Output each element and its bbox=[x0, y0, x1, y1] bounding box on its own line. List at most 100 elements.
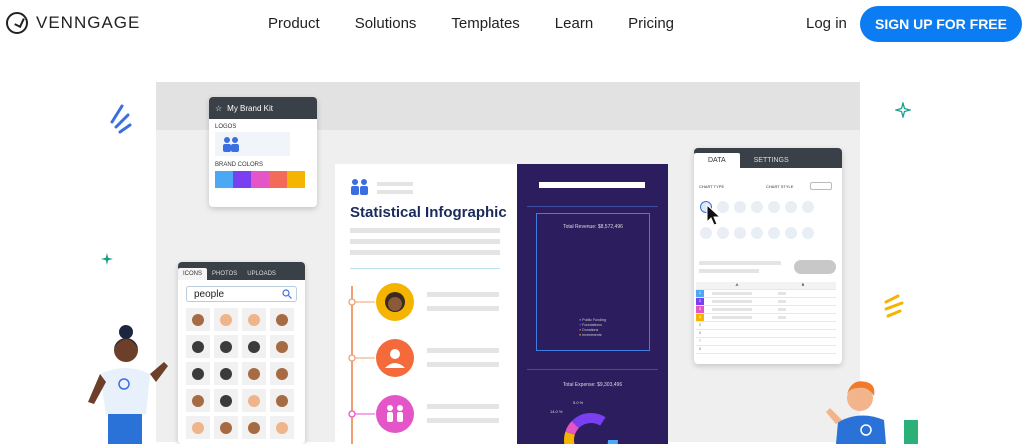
import-button[interactable] bbox=[794, 260, 836, 274]
person-icon[interactable] bbox=[270, 389, 294, 412]
funnel-chart-icon[interactable] bbox=[802, 227, 814, 239]
nav-product[interactable]: Product bbox=[268, 15, 320, 32]
heading-placeholder bbox=[539, 182, 645, 188]
logo-icon bbox=[6, 12, 28, 34]
brand-colors-label: BRAND COLORS bbox=[215, 162, 264, 168]
color-swatch[interactable] bbox=[251, 171, 269, 188]
person-icon[interactable] bbox=[270, 308, 294, 331]
person-icon[interactable] bbox=[186, 416, 210, 439]
donut-chart bbox=[564, 413, 618, 444]
chart-style-dropdown[interactable] bbox=[810, 182, 832, 190]
text-placeholder bbox=[350, 250, 500, 255]
bubble-chart-icon[interactable] bbox=[700, 227, 712, 239]
person-icon[interactable] bbox=[242, 308, 266, 331]
revenue-legend: ● Public Funding ● Foundations ● Donatio… bbox=[579, 318, 606, 338]
revenue-label: Total Revenue: $8,572,496 bbox=[563, 224, 623, 230]
stacked-chart-icon[interactable] bbox=[734, 227, 746, 239]
donut-chart-icon[interactable] bbox=[717, 227, 729, 239]
logo-preview[interactable] bbox=[215, 132, 290, 156]
nav-solutions[interactable]: Solutions bbox=[355, 15, 417, 32]
woman-character-illustration bbox=[88, 325, 168, 444]
gauge-chart-icon[interactable] bbox=[785, 201, 797, 213]
brand-name: VENNGAGE bbox=[36, 13, 141, 32]
divider bbox=[527, 369, 658, 370]
tab-data[interactable]: DATA bbox=[694, 153, 740, 168]
tab-uploads[interactable]: UPLOADS bbox=[242, 268, 281, 280]
person-icon[interactable] bbox=[242, 362, 266, 385]
nav-pricing[interactable]: Pricing bbox=[628, 15, 674, 32]
top-navbar: VENNGAGE Product Solutions Templates Lea… bbox=[0, 0, 1024, 50]
triangle-chart-icon[interactable] bbox=[785, 227, 797, 239]
tab-photos[interactable]: PHOTOS bbox=[207, 268, 242, 280]
icon-search-input[interactable]: people bbox=[186, 286, 297, 302]
person-silhouette-icon[interactable] bbox=[186, 335, 210, 358]
table-row[interactable]: 2 bbox=[696, 298, 836, 306]
pct-label: 5.0 % bbox=[573, 400, 584, 405]
expense-label: Total Expense: $9,303,496 bbox=[562, 382, 623, 388]
color-swatch[interactable] bbox=[269, 171, 287, 188]
table-row[interactable]: 8 bbox=[696, 346, 836, 354]
nav-templates[interactable]: Templates bbox=[451, 15, 519, 32]
pie-chart-icon[interactable] bbox=[768, 201, 780, 213]
people-icon[interactable] bbox=[214, 308, 238, 331]
person-icon[interactable] bbox=[186, 308, 210, 331]
column-chart-icon[interactable] bbox=[751, 227, 763, 239]
tab-icons[interactable]: ICONS bbox=[178, 268, 208, 280]
color-swatch[interactable] bbox=[287, 171, 305, 188]
radial-chart-icon[interactable] bbox=[768, 227, 780, 239]
search-icon[interactable] bbox=[282, 289, 292, 299]
chart-type-label: CHART TYPE bbox=[699, 184, 725, 189]
table-row[interactable]: 5 bbox=[696, 322, 836, 330]
revenue-chart-box: Total Revenue: $8,572,496 ● Public Fundi… bbox=[536, 213, 650, 351]
login-link[interactable]: Log in bbox=[806, 15, 847, 32]
person-silhouette-icon[interactable] bbox=[214, 362, 238, 385]
table-row[interactable]: 4 bbox=[696, 314, 836, 322]
text-placeholder bbox=[377, 182, 413, 186]
person-icon[interactable] bbox=[270, 362, 294, 385]
line-chart-icon[interactable] bbox=[734, 201, 746, 213]
dot-chart-icon[interactable] bbox=[802, 201, 814, 213]
star-sparkle-icon bbox=[895, 102, 911, 118]
pct-label: 14.0 % bbox=[550, 409, 563, 414]
table-row[interactable]: 7 bbox=[696, 338, 836, 346]
text-placeholder bbox=[427, 362, 499, 367]
person-icon[interactable] bbox=[242, 389, 266, 412]
tab-settings[interactable]: SETTINGS bbox=[740, 153, 803, 168]
table-row[interactable]: 1 bbox=[696, 290, 836, 298]
data-panel-tabs: DATA SETTINGS bbox=[694, 148, 842, 168]
search-query: people bbox=[194, 288, 225, 300]
table-row[interactable]: 3 bbox=[696, 306, 836, 314]
person-silhouette-icon[interactable] bbox=[214, 335, 238, 358]
legend-item: ● Investments bbox=[579, 333, 602, 337]
handshake-icon[interactable] bbox=[270, 335, 294, 358]
column-header-b[interactable]: B bbox=[770, 282, 836, 289]
person-icon[interactable] bbox=[270, 416, 294, 439]
sparkle-lines-icon bbox=[110, 104, 132, 134]
area-chart-icon[interactable] bbox=[751, 201, 763, 213]
person-silhouette-icon[interactable] bbox=[186, 362, 210, 385]
color-swatch[interactable] bbox=[233, 171, 251, 188]
people-logo-icon bbox=[351, 179, 368, 195]
text-placeholder bbox=[427, 306, 499, 311]
timeline-item bbox=[348, 283, 414, 321]
venngage-logo[interactable]: VENNGAGE bbox=[6, 12, 140, 34]
chart-data-panel: DATA SETTINGS CHART TYPE CHART STYLE A B… bbox=[694, 148, 842, 364]
handshake-icon[interactable] bbox=[242, 335, 266, 358]
table-row[interactable]: 6 bbox=[696, 330, 836, 338]
text-placeholder bbox=[350, 239, 500, 244]
column-header-a[interactable]: A bbox=[704, 282, 770, 289]
person-icon[interactable] bbox=[214, 389, 238, 412]
data-spreadsheet: A B 1 2 3 4 5 6 7 8 bbox=[696, 282, 836, 354]
person-icon[interactable] bbox=[214, 416, 238, 439]
infographic-title: Statistical Infographic bbox=[350, 204, 507, 221]
text-placeholder bbox=[427, 418, 499, 423]
color-swatch[interactable] bbox=[215, 171, 233, 188]
infographic-document: Statistical Infographic bbox=[335, 164, 518, 444]
divider bbox=[350, 268, 500, 269]
text-placeholder bbox=[427, 348, 499, 353]
person-icon[interactable] bbox=[242, 416, 266, 439]
text-placeholder bbox=[699, 261, 781, 265]
person-icon[interactable] bbox=[186, 389, 210, 412]
nav-learn[interactable]: Learn bbox=[555, 15, 593, 32]
signup-button[interactable]: SIGN UP FOR FREE bbox=[860, 6, 1022, 42]
